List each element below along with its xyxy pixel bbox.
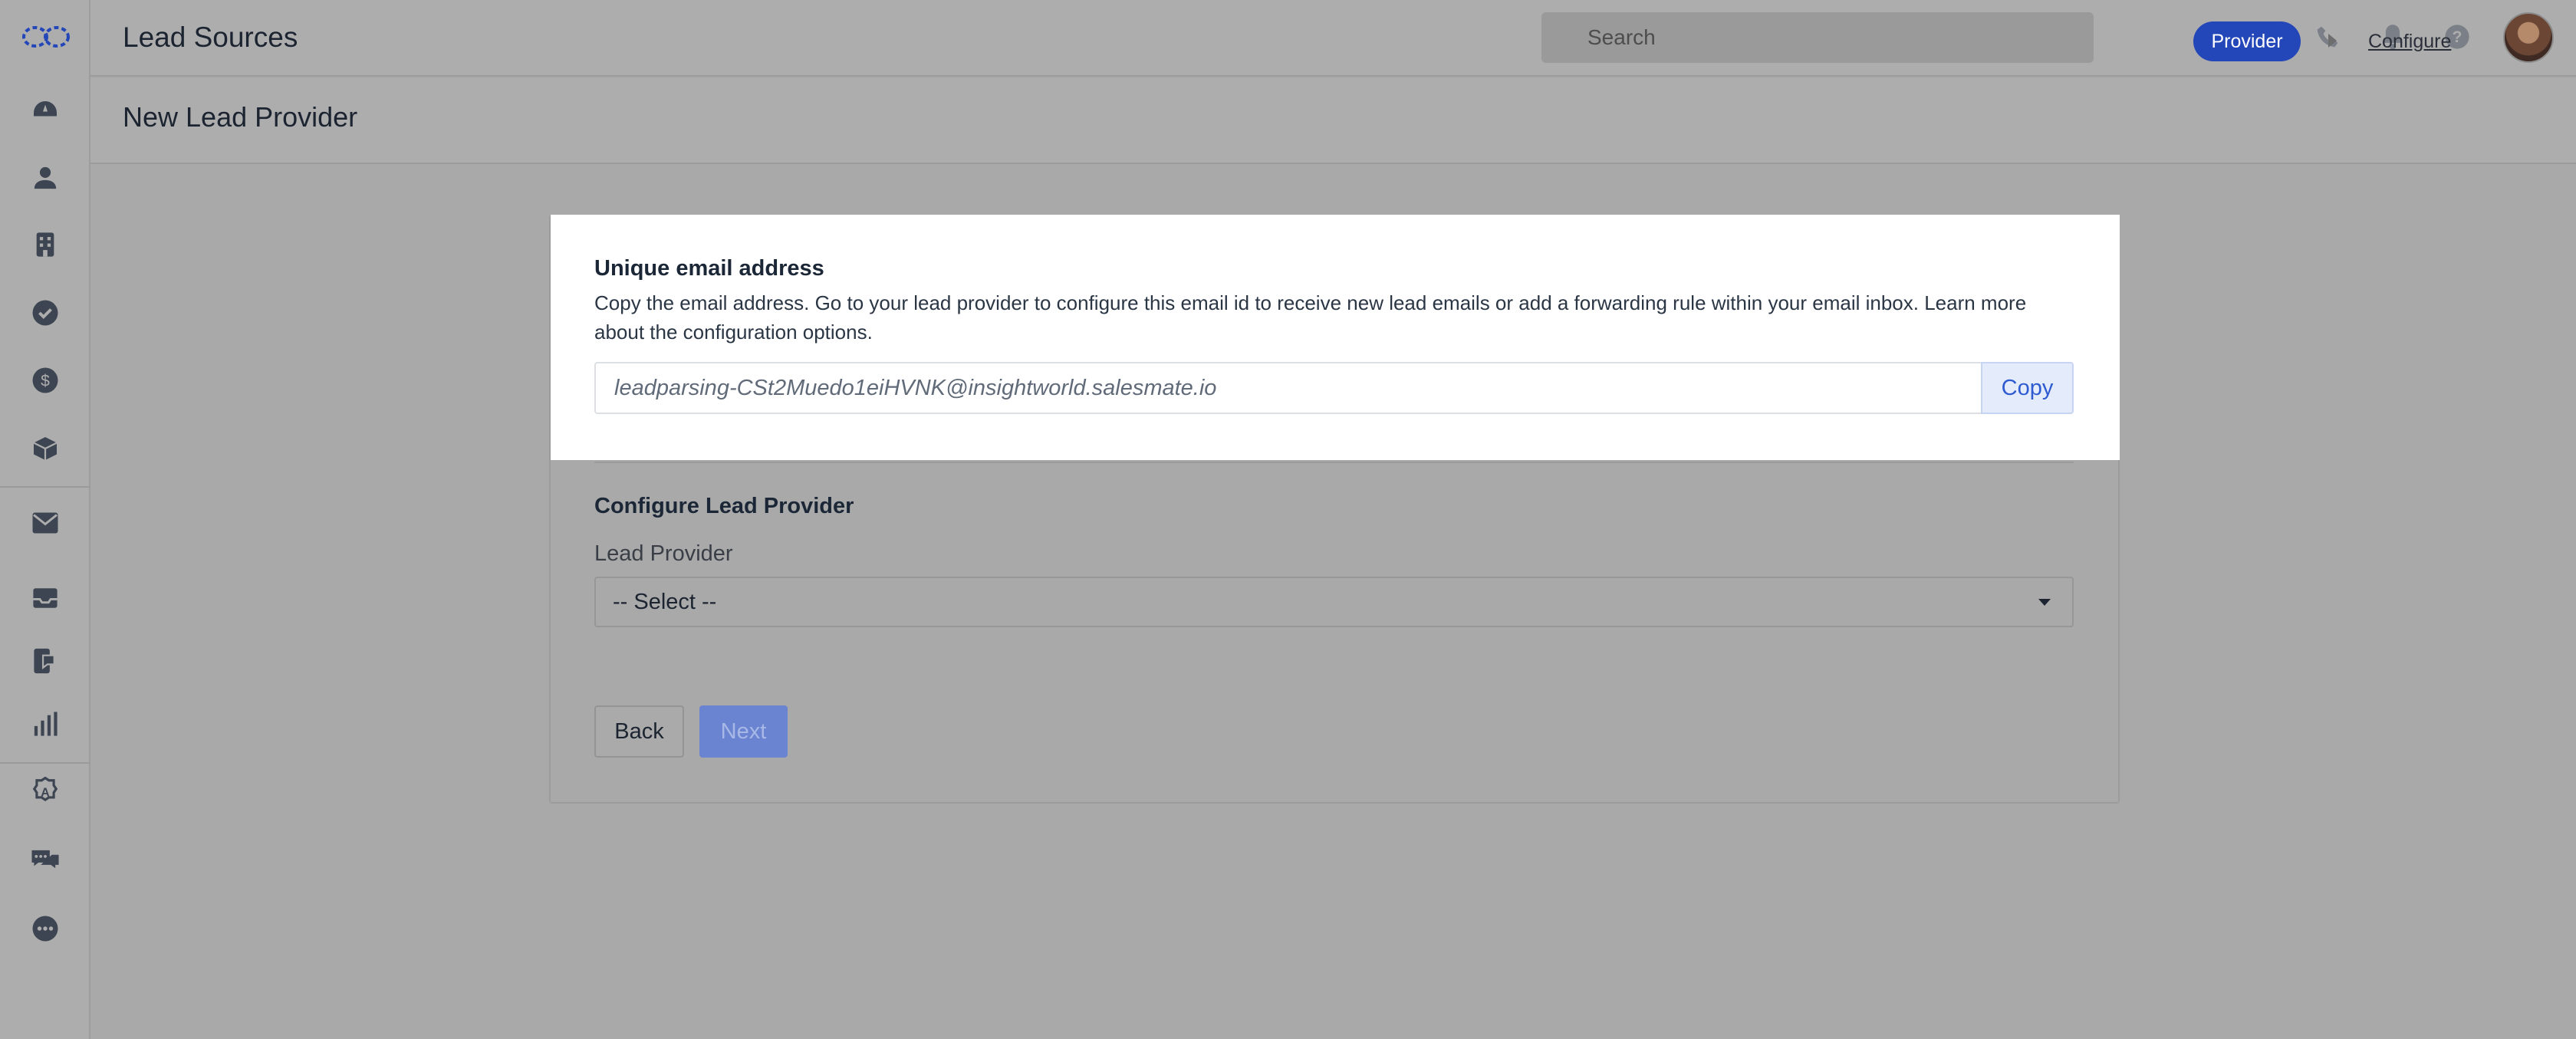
next-button[interactable]: Next bbox=[699, 705, 788, 758]
page-title: New Lead Provider bbox=[123, 101, 358, 133]
lead-provider-select[interactable]: -- Select -- bbox=[594, 577, 2074, 627]
chat-icon[interactable] bbox=[30, 845, 61, 876]
svg-text:$: $ bbox=[41, 373, 50, 390]
email-section-description: Copy the email address. Go to your lead … bbox=[594, 291, 2027, 344]
sidebar-divider bbox=[0, 486, 90, 488]
step-arrow-icon bbox=[2328, 34, 2337, 48]
section-divider bbox=[594, 462, 2074, 463]
dashboard-icon[interactable] bbox=[30, 95, 61, 126]
user-avatar[interactable] bbox=[2503, 12, 2554, 63]
reports-icon[interactable] bbox=[30, 709, 61, 739]
sub-header: New Lead Provider bbox=[90, 78, 2576, 164]
configure-section-title: Configure Lead Provider bbox=[594, 494, 854, 518]
svg-text:?: ? bbox=[2453, 28, 2462, 46]
unique-email-field[interactable]: leadparsing-CSt2Muedo1eiHVNK@insightworl… bbox=[594, 362, 1982, 414]
back-button[interactable]: Back bbox=[594, 705, 684, 758]
app-title: Lead Sources bbox=[123, 21, 298, 53]
lead-provider-select-value: -- Select -- bbox=[613, 589, 717, 614]
step-provider[interactable]: Provider bbox=[2193, 21, 2301, 61]
products-icon[interactable] bbox=[30, 433, 61, 464]
app-logo[interactable] bbox=[21, 23, 71, 51]
unique-email-value: leadparsing-CSt2Muedo1eiHVNK@insightworl… bbox=[614, 375, 1217, 400]
sidebar: $ A bbox=[0, 0, 90, 1039]
contacts-icon[interactable] bbox=[30, 163, 61, 193]
deals-icon[interactable]: $ bbox=[30, 365, 61, 396]
more-icon[interactable] bbox=[30, 913, 61, 944]
email-icon[interactable] bbox=[30, 508, 61, 538]
lead-provider-label: Lead Provider bbox=[594, 541, 733, 566]
companies-icon[interactable] bbox=[30, 229, 61, 260]
tasks-icon[interactable] bbox=[30, 298, 61, 328]
svg-text:A: A bbox=[41, 786, 50, 799]
campaign-icon[interactable] bbox=[30, 646, 61, 676]
sidebar-divider bbox=[0, 762, 90, 764]
inbox-icon[interactable] bbox=[30, 583, 61, 613]
phone-icon[interactable] bbox=[2312, 21, 2343, 52]
step-configure[interactable]: Configure bbox=[2368, 31, 2451, 53]
copy-button[interactable]: Copy bbox=[1981, 362, 2074, 414]
caret-down-icon bbox=[2038, 599, 2051, 606]
automation-icon[interactable]: A bbox=[30, 776, 61, 807]
search-input[interactable] bbox=[1541, 12, 2094, 63]
email-section-title: Unique email address bbox=[594, 256, 824, 281]
